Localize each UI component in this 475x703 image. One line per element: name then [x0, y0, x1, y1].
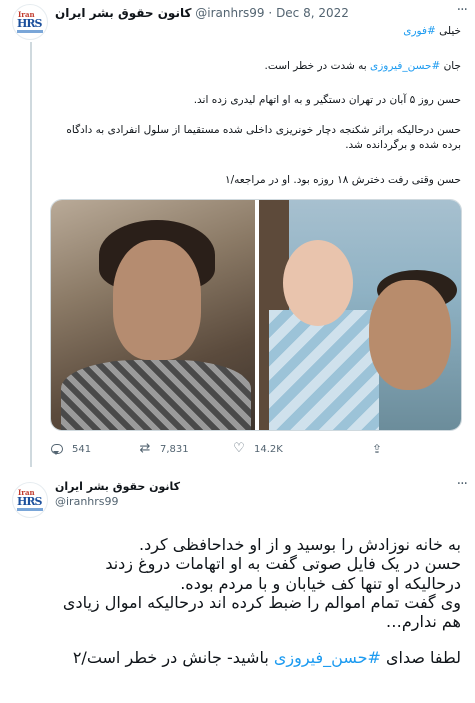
- tweet-text-line2: حسن در یک فایل صوتی گفت به او اتهامات در…: [105, 554, 461, 573]
- author-name[interactable]: کانون حقوق بشر ایران: [55, 480, 445, 493]
- logo-text-main: HRS: [17, 17, 43, 30]
- author-avatar[interactable]: Iran HRS: [12, 4, 48, 40]
- reply-button[interactable]: 541: [50, 442, 91, 456]
- photo-detail-face: [113, 240, 201, 360]
- tweet-text-line3: درحالیکه او تنها کف خیابان و با مردم بود…: [180, 574, 461, 593]
- hashtag-link[interactable]: #حسن_فیروزی: [370, 60, 440, 72]
- line6-suffix: باشید- جانش در خطر است/۲: [72, 648, 269, 667]
- retweet-count: 7,831: [160, 443, 189, 455]
- tagline-prefix: خیلی: [439, 25, 461, 37]
- retweet-button[interactable]: ⇄ 7,831: [138, 442, 189, 456]
- tweet-date[interactable]: Dec 8, 2022: [276, 6, 349, 20]
- logo-text-main: HRS: [17, 495, 43, 508]
- tweet-text-p3: حسن درحالیکه براثر شکنجه دچار خونریزی دا…: [66, 124, 461, 151]
- author-handle[interactable]: @iranhrs99: [55, 495, 445, 508]
- photo-detail-baby: [283, 240, 353, 326]
- hashtag-link[interactable]: #حسن_فیروزی: [274, 648, 381, 667]
- author-handle[interactable]: @iranhrs99: [195, 6, 264, 20]
- author-name[interactable]: کانون حقوق بشر ایران: [55, 6, 191, 20]
- tweet-2[interactable]: Iran HRS کانون حقوق بشر ایران @iranhrs99…: [0, 470, 475, 703]
- share-button[interactable]: ⇪: [370, 442, 384, 456]
- like-button[interactable]: ♡ 14.2K: [232, 442, 283, 456]
- tweet-text-line4: وی گفت تمام اموالم را ضبط کرده اند درحال…: [62, 593, 461, 612]
- tweet-text-line5: هم ندارم…: [385, 612, 461, 631]
- tweet-1[interactable]: Iran HRS کانون حقوق بشر ایران @iranhrs99…: [0, 0, 475, 470]
- line6-prefix: لطفا صدای: [385, 648, 461, 667]
- reply-icon: [50, 442, 64, 456]
- reply-count: 541: [72, 443, 92, 455]
- tweet-actions-bar: 541 ⇄ 7,831 ♡ 14.2K ⇪: [50, 438, 462, 460]
- photo-man-with-baby[interactable]: [259, 200, 461, 430]
- tweet-text-p4: حسن وقتی رفت دخترش ۱۸ روزه بود. او در مر…: [224, 174, 461, 186]
- share-icon: ⇪: [371, 442, 383, 456]
- tweet-text-tagline: خیلی #فوری: [55, 24, 461, 39]
- p1-suffix: به شدت در خطر است.: [264, 60, 367, 72]
- logo-underline: [17, 30, 43, 33]
- tweet-text-line1: به خانه نوزادش را بوسید و از او خداحافظی…: [138, 535, 461, 554]
- author-avatar[interactable]: Iran HRS: [12, 482, 48, 518]
- more-icon[interactable]: ···: [457, 476, 468, 492]
- tweet-header: کانون حقوق بشر ایران @iranhrs99: [55, 480, 445, 508]
- p1-prefix: جان: [443, 60, 461, 72]
- tweet-text-line6: لطفا صدای #حسن_فیروزی باشید- جانش در خطر…: [14, 648, 461, 668]
- hashtag-link[interactable]: #فوری: [403, 25, 436, 37]
- photo-detail-scarf: [61, 360, 251, 430]
- thread-connector-line: [30, 42, 32, 467]
- more-icon[interactable]: ···: [457, 2, 468, 18]
- tweet-header: کانون حقوق بشر ایران @iranhrs99 · Dec 8,…: [55, 6, 445, 24]
- photo-man-portrait[interactable]: [51, 200, 255, 430]
- retweet-icon: ⇄: [139, 441, 151, 456]
- like-icon: ♡: [233, 441, 245, 456]
- photo-detail-blanket: [269, 310, 379, 430]
- media-grid: [50, 199, 462, 431]
- photo-detail-man-face: [369, 280, 451, 390]
- logo-underline: [17, 508, 43, 511]
- tweet-text-p1: جان #حسن_فیروزی به شدت در خطر است.: [55, 59, 461, 74]
- like-count: 14.2K: [254, 443, 283, 455]
- separator-dot: ·: [268, 6, 273, 20]
- tweet-text-p2: حسن روز ۵ آبان در تهران دستگیر و به او ا…: [193, 94, 461, 106]
